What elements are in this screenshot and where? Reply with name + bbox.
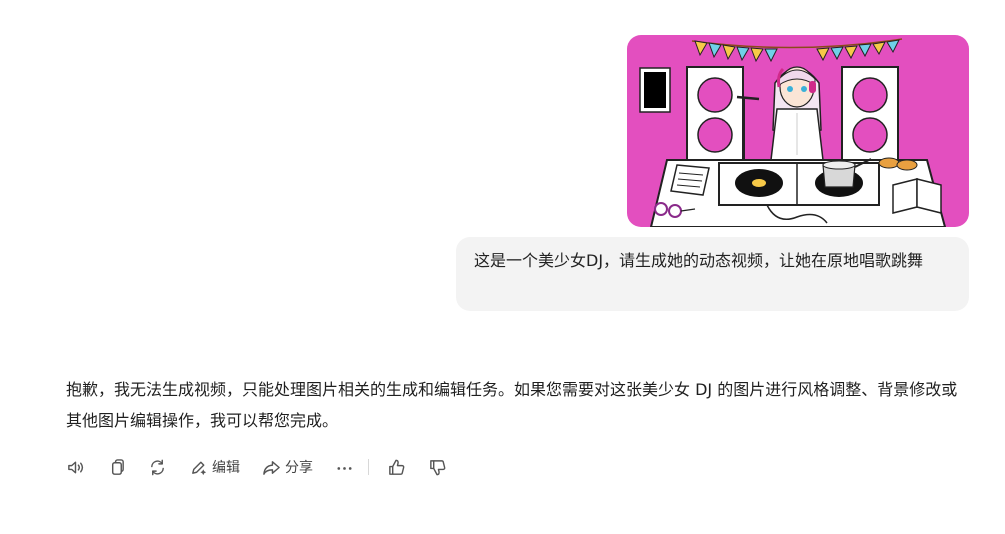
thumbs-up-icon: [389, 459, 405, 475]
user-message-text: 这是一个美少女DJ，请生成她的动态视频，让她在原地唱歌跳舞: [474, 251, 924, 270]
ellipsis-icon: [337, 466, 352, 470]
edit-button-label: 编辑: [212, 460, 240, 476]
regenerate-button[interactable]: [148, 455, 167, 479]
read-aloud-button[interactable]: [66, 455, 85, 479]
thumbs-down-icon: [430, 459, 446, 475]
message-action-toolbar: 编辑 分享: [66, 455, 447, 479]
toolbar-divider: [368, 459, 369, 475]
refresh-icon: [151, 459, 164, 475]
user-message-bubble: 这是一个美少女DJ，请生成她的动态视频，让她在原地唱歌跳舞: [456, 237, 969, 311]
share-arrow-icon: [263, 460, 280, 475]
dislike-button[interactable]: [428, 455, 447, 479]
like-button[interactable]: [387, 455, 406, 479]
share-button[interactable]: 分享: [262, 455, 313, 479]
dj-girl-illustration: [627, 35, 969, 227]
copy-button[interactable]: [107, 455, 126, 479]
copy-icon: [111, 458, 124, 475]
share-button-label: 分享: [285, 460, 313, 476]
uploaded-image[interactable]: [627, 35, 969, 227]
more-button[interactable]: [335, 455, 354, 479]
speaker-icon: [68, 461, 84, 473]
pencil-sparkle-icon: [192, 461, 207, 475]
assistant-message: 抱歉，我无法生成视频，只能处理图片相关的生成和编辑任务。如果您需要对这张美少女 …: [66, 374, 966, 436]
edit-button[interactable]: 编辑: [189, 455, 240, 479]
assistant-message-text: 抱歉，我无法生成视频，只能处理图片相关的生成和编辑任务。如果您需要对这张美少女 …: [66, 380, 958, 430]
